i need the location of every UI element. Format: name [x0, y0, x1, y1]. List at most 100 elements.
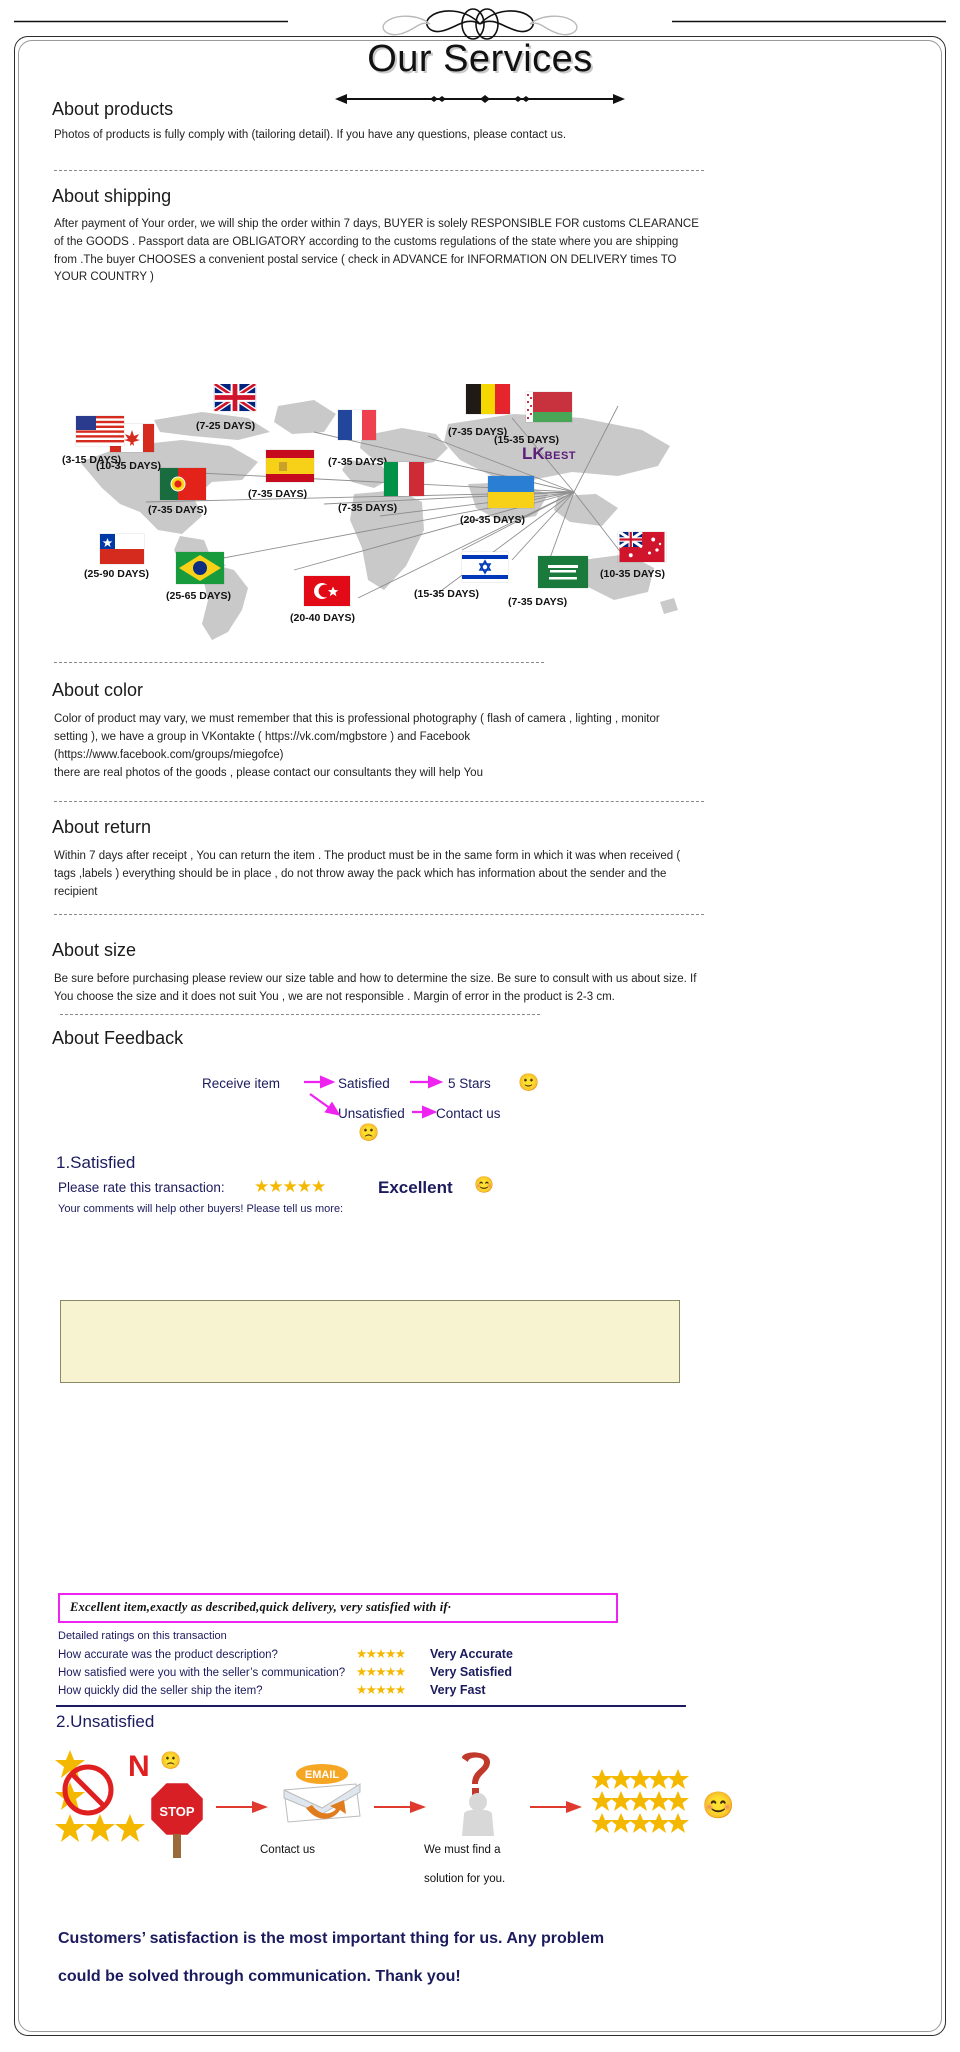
page-title: Our Services — [367, 38, 593, 80]
feedback-flow-box — [60, 1300, 680, 1383]
section-body-color-line2: setting ), we have a group in VKontakte … — [54, 731, 471, 743]
map-days-australia: (10-35 DAYS) — [600, 568, 665, 580]
rating-verdict: Excellent — [378, 1178, 453, 1197]
map-days-usa: (3-15 DAYS) — [62, 454, 122, 466]
five-star-grid-icon — [592, 1769, 689, 1833]
flag-turkey-icon — [304, 576, 350, 606]
flag-belgium-icon — [466, 384, 510, 414]
section-body-return: Within 7 days after receipt , You can re… — [54, 850, 681, 898]
no-text-label: N — [128, 1750, 150, 1783]
detailed-ratings-label: Detailed ratings on this transaction — [58, 1630, 227, 1642]
map-days-france: (7-35 DAYS) — [328, 456, 388, 468]
map-days-saudi-arabia: (7-35 DAYS) — [508, 596, 568, 608]
section-body-shipping: After payment of Your order, we will shi… — [54, 218, 699, 284]
title-divider-icon — [335, 94, 625, 104]
hub-logo-main: LK — [522, 444, 545, 463]
divider-after-color — [54, 801, 704, 802]
sad-face-icon: 🙁 — [358, 1123, 380, 1142]
flag-belarus-icon — [526, 392, 572, 422]
unhappy-face-icon: 🙁 — [160, 1751, 182, 1770]
rating-stars-1: ★★★★★ — [356, 1665, 406, 1679]
flag-france-icon — [338, 410, 376, 440]
comments-prompt: Your comments will help other buyers! Pl… — [58, 1203, 344, 1215]
section-heading-feedback: About Feedback — [52, 1028, 184, 1048]
flag-brazil-icon — [176, 552, 224, 584]
section-heading-products: About products — [52, 99, 174, 119]
closing-line-2: could be solved through communication. T… — [58, 1968, 461, 1985]
map-days-spain: (7-35 DAYS) — [248, 488, 308, 500]
divider-after-return — [54, 914, 704, 915]
flag-australia-icon — [618, 532, 665, 562]
flag-israel-icon — [462, 552, 508, 582]
rating-stars: ★★★★★ — [254, 1177, 326, 1196]
satisfied-heading: 1.Satisfied — [56, 1153, 136, 1172]
rating-question-2: How quickly did the seller ship the item… — [58, 1685, 263, 1697]
flow-satisfied-label: Satisfied — [338, 1076, 390, 1091]
flow-unsatisfied-label: Unsatisfied — [338, 1106, 405, 1121]
map-days-belarus: (15-35 DAYS) — [494, 434, 559, 446]
shipping-world-map: LKBEST (10-35 DAYS) (7-25 DAYS) (7-35 DA… — [62, 384, 692, 648]
flow-five-stars-label: 5 Stars — [448, 1076, 491, 1091]
divider-before-unsatisfied — [56, 1705, 686, 1707]
closing-line-1: Customers’ satisfaction is the most impo… — [58, 1930, 605, 1947]
smiley-face-icon: 😊 — [474, 1177, 494, 1194]
rating-question-0: How accurate was the product description… — [58, 1649, 278, 1661]
flag-portugal-icon — [160, 468, 206, 500]
map-days-chile: (25-90 DAYS) — [84, 568, 149, 580]
map-days-brazil: (25-65 DAYS) — [166, 590, 231, 602]
rating-question-1: How satisfied were you with the seller’s… — [58, 1667, 346, 1679]
flag-saudi-arabia-icon — [538, 556, 588, 588]
divider-after-products — [54, 170, 704, 171]
comment-input-value[interactable]: Excellent item,exactly as described,quic… — [70, 1600, 451, 1615]
contact-us-caption: Contact us — [260, 1844, 315, 1856]
email-text-label: EMAIL — [305, 1769, 340, 1781]
map-days-israel: (15-35 DAYS) — [414, 588, 479, 600]
flow-arrow-1-icon — [216, 1801, 268, 1813]
divider-after-size — [60, 1014, 540, 1015]
section-heading-color: About color — [52, 680, 144, 700]
map-days-uk: (7-25 DAYS) — [196, 420, 256, 432]
flag-chile-icon — [100, 534, 144, 564]
solution-caption-line2: solution for you. — [424, 1873, 506, 1885]
section-body-color-line3: (https://www.facebook.com/groups/miegofc… — [54, 749, 284, 761]
rating-stars-0: ★★★★★ — [356, 1647, 406, 1661]
flow-receive-item-label: Receive item — [202, 1076, 281, 1091]
flag-ukraine-icon — [488, 476, 534, 508]
section-body-color-line4: there are real photos of the goods , ple… — [54, 767, 483, 779]
section-body-products: Photos of products is fully comply with … — [54, 129, 567, 141]
flow-contact-us-label: Contact us — [436, 1106, 501, 1121]
flow-arrow-2-icon — [374, 1801, 426, 1813]
unsatisfied-heading: 2.Unsatisfied — [56, 1712, 155, 1731]
happy-face-icon: 🙂 — [518, 1073, 540, 1092]
flag-uk-icon — [214, 384, 256, 411]
stop-sign-icon: STOP — [148, 1780, 206, 1858]
rate-transaction-label: Please rate this transaction: — [58, 1180, 225, 1195]
rating-verdict-2: Very Fast — [430, 1683, 486, 1697]
svg-text:STOP: STOP — [159, 1804, 194, 1819]
solution-caption-line1: We must find a — [424, 1844, 501, 1856]
section-body-size: Be sure before purchasing please review … — [54, 973, 697, 1003]
rating-verdict-0: Very Accurate — [430, 1647, 513, 1661]
header-top-rule — [14, 20, 946, 23]
map-hub-logo: LKBEST — [522, 444, 576, 464]
rating-stars-2: ★★★★★ — [356, 1683, 406, 1697]
map-days-turkey: (20-40 DAYS) — [290, 612, 355, 624]
hub-logo-sub: BEST — [544, 450, 577, 462]
map-days-portugal: (7-35 DAYS) — [148, 504, 208, 516]
flag-spain-icon — [266, 450, 314, 482]
section-heading-size: About size — [52, 940, 137, 960]
section-heading-shipping: About shipping — [52, 186, 172, 206]
flow-arrow-3-icon — [530, 1801, 582, 1813]
flag-usa-icon — [76, 416, 124, 446]
divider-after-map — [54, 662, 544, 663]
section-body-color-line1: Color of product may vary, we must remem… — [54, 713, 660, 725]
question-person-icon — [462, 1752, 494, 1836]
rating-verdict-1: Very Satisfied — [430, 1665, 512, 1679]
section-heading-return: About return — [52, 817, 152, 837]
map-days-ukraine: (20-35 DAYS) — [460, 514, 525, 526]
world-map-silhouette-icon — [80, 400, 678, 640]
final-smiley-icon: 😊 — [702, 1790, 735, 1820]
flag-italy-icon — [384, 462, 424, 496]
map-days-italy: (7-35 DAYS) — [338, 502, 398, 514]
email-envelope-icon: EMAIL — [283, 1764, 361, 1823]
